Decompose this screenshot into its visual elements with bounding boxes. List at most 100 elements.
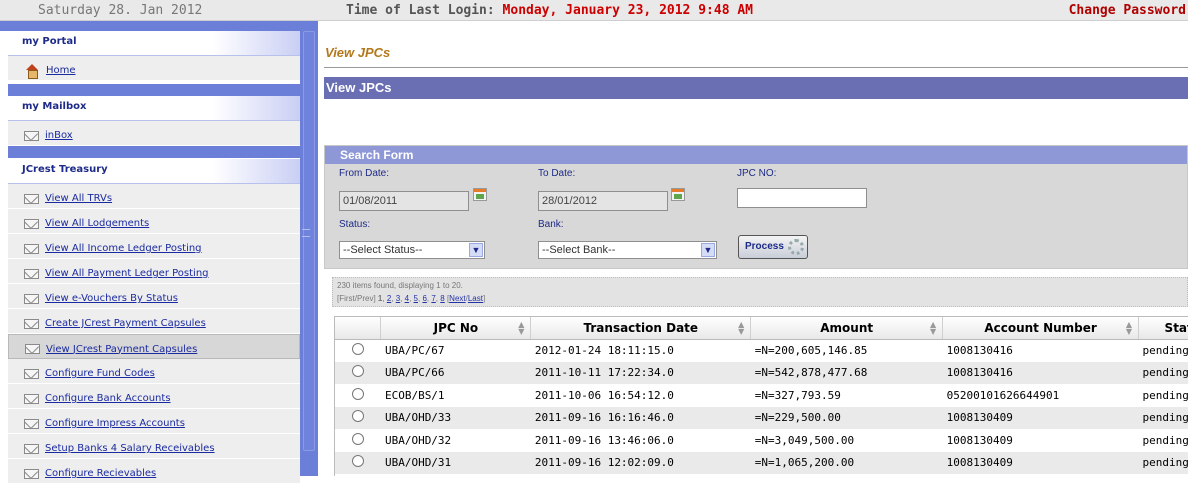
page-link[interactable]: 6 [422, 294, 426, 303]
jpc-table: JPC No ▲ ▼ Transaction Date ▲ ▼ Amount ▲ ▼ Accoun… [334, 316, 1188, 476]
column-header-status[interactable]: Status▲▼ [1138, 317, 1188, 340]
sidebar-item-view-all-lodgements[interactable]: View All Lodgements [8, 209, 300, 234]
column-header-jpc-no[interactable]: JPC No ▲ ▼ [380, 317, 532, 340]
sidebar-item-label[interactable]: Setup Banks 4 Salary Receivables [45, 443, 215, 454]
row-radio-button[interactable] [351, 365, 364, 378]
sidebar-item-home[interactable]: Home [8, 56, 300, 81]
envelope-icon [25, 344, 40, 354]
table-cell: UBA/OHD/31 [380, 451, 531, 474]
sidebar-item-view-all-payment-ledger-posting[interactable]: View All Payment Ledger Posting [8, 259, 300, 284]
column-header-account-number[interactable]: Account Number ▲ ▼ [942, 317, 1140, 340]
table-cell: 1008130416 [946, 344, 1013, 357]
table-cell: UBA/OHD/32 [384, 433, 452, 447]
sidebar-section-title: JCrest Treasury [8, 159, 300, 183]
sidebar-item-configure-bank-accounts[interactable]: Configure Bank Accounts [8, 384, 300, 409]
bank-select[interactable]: --Select Bank-- ▼ [538, 241, 717, 259]
process-button-label: Process [745, 241, 784, 252]
process-button[interactable]: Process [738, 235, 808, 259]
envelope-icon [24, 268, 39, 279]
row-radio-button[interactable] [351, 387, 364, 400]
table-row[interactable]: UBA/OHD/32 2011-09-16 13:46:06.0 =N=3,049,… [335, 429, 1188, 452]
table-row[interactable]: UBA/PC/66 2011-10-11 17:22:34.0 =N=542,878… [335, 361, 1188, 384]
page-link[interactable]: 8 [440, 294, 444, 303]
scrollbar-thumb[interactable] [303, 31, 315, 451]
sidebar-item-view-all-income-ledger-posting[interactable]: View All Income Ledger Posting [8, 234, 300, 259]
calendar-icon[interactable] [473, 188, 487, 201]
column-header-label: Account Number [984, 320, 1097, 335]
table-row[interactable]: UBA/OHD/33 2011-09-16 16:16:46.0 =N=229,50… [335, 406, 1188, 429]
sidebar-item-view-all-trvs[interactable]: View All TRVs [8, 184, 300, 209]
sidebar-item-label[interactable]: inBox [45, 130, 73, 141]
table-cell: pending [1138, 361, 1188, 384]
sort-icon[interactable]: ▲ ▼ [930, 321, 936, 336]
change-password-link[interactable]: Change Password [1069, 3, 1186, 18]
sidebar-item-view-jcrest-payment-capsules[interactable]: View JCrest Payment Capsules [8, 334, 300, 359]
envelope-icon [24, 418, 39, 429]
first-prev-link: [First/Prev] [337, 294, 376, 303]
row-radio-button[interactable] [351, 455, 364, 468]
page-link[interactable]: 2 [387, 294, 391, 303]
sidebar-item-label[interactable]: Create JCrest Payment Capsules [45, 318, 206, 329]
sidebar-item-label[interactable]: View e-Vouchers By Status [45, 293, 178, 304]
calendar-icon[interactable] [671, 188, 685, 201]
sidebar-item-label[interactable]: Configure Recievables [45, 468, 156, 479]
bracket: ] [482, 294, 486, 303]
pagination-bar: 230 items found, displaying 1 to 20. [Fi… [332, 277, 1188, 307]
table-row[interactable]: ECOB/BS/1 2011-10-06 16:54:12.0 =N=327,793… [335, 384, 1188, 407]
page-link[interactable]: 3 [396, 294, 400, 303]
envelope-icon [24, 130, 39, 141]
sidebar-item-label[interactable]: View All Lodgements [45, 218, 149, 229]
table-cell: pending [1142, 388, 1188, 402]
sidebar-item-label[interactable]: Configure Fund Codes [45, 368, 155, 379]
sidebar-item-create-jcrest-payment-capsules[interactable]: Create JCrest Payment Capsules [8, 309, 300, 334]
sidebar-item-label[interactable]: Home [46, 65, 76, 76]
table-row[interactable]: UBA/PC/67 2012-01-24 18:11:15.0 =N=200,605… [335, 339, 1188, 362]
table-cell: UBA/PC/67 [384, 344, 445, 357]
table-cell: 2012-01-24 18:11:15.0 [534, 344, 674, 357]
chevron-down-icon[interactable]: ▼ [701, 243, 715, 257]
sidebar-scrollbar[interactable] [300, 21, 318, 476]
next-page-link[interactable]: Next [449, 294, 465, 303]
row-radio-button[interactable] [351, 432, 364, 445]
sidebar-item-setup-banks-4-salary-receivables[interactable]: Setup Banks 4 Salary Receivables [8, 434, 300, 459]
sort-icon[interactable]: ▲ ▼ [518, 321, 524, 336]
row-radio-button[interactable] [351, 343, 364, 355]
sidebar-item-configure-fund-codes[interactable]: Configure Fund Codes [8, 359, 300, 384]
status-select[interactable]: --Select Status-- ▼ [339, 241, 485, 259]
jpc-no-field[interactable] [737, 188, 867, 208]
sidebar-item-label[interactable]: Configure Impress Accounts [45, 418, 185, 429]
envelope-icon [24, 468, 39, 479]
table-cell: =N=327,793.59 [754, 388, 841, 402]
page-links: [First/Prev] 1, 2, 3, 4, 5, 6, 7, 8 [Nex… [337, 294, 486, 303]
page-link[interactable]: 5 [414, 294, 418, 303]
sort-icon[interactable]: ▲ ▼ [738, 321, 744, 336]
to-date-label: To Date: [538, 168, 576, 179]
sidebar-item-configure-impress-accounts[interactable]: Configure Impress Accounts [8, 409, 300, 434]
row-radio-button[interactable] [351, 410, 364, 423]
page-link[interactable]: 7 [431, 294, 435, 303]
current-date: Saturday 28. Jan 2012 [38, 3, 203, 18]
sidebar-item-inbox[interactable]: inBox [8, 121, 300, 146]
column-header-amount[interactable]: Amount ▲ ▼ [750, 317, 944, 340]
home-icon [24, 63, 40, 79]
sort-icon[interactable]: ▲ ▼ [1126, 321, 1132, 336]
to-date-field[interactable]: 28/01/2012 [538, 191, 668, 211]
sidebar-item-label[interactable]: View All Income Ledger Posting [45, 243, 202, 254]
table-cell: 05200101626644901 [946, 388, 1060, 402]
table-cell: pending [1138, 406, 1188, 429]
sidebar-item-label[interactable]: View All Payment Ledger Posting [45, 268, 209, 279]
chevron-down-icon[interactable]: ▼ [469, 243, 483, 257]
sidebar-item-label[interactable]: View JCrest Payment Capsules [46, 344, 197, 355]
envelope-icon [24, 218, 39, 229]
last-page-link[interactable]: Last [468, 294, 483, 303]
sidebar-item-label[interactable]: Configure Bank Accounts [45, 393, 171, 404]
table-row[interactable]: UBA/OHD/31 2011-09-16 12:02:09.0 =N=1,065,… [335, 451, 1188, 474]
sidebar-item-view-e-vouchers-by-status[interactable]: View e-Vouchers By Status [8, 284, 300, 309]
sidebar-item-configure-recievables[interactable]: Configure Recievables [8, 459, 300, 484]
envelope-icon [24, 293, 39, 304]
column-header-transaction-date[interactable]: Transaction Date ▲ ▼ [530, 317, 752, 340]
sidebar-section-mailbox: my Mailbox inBox [8, 96, 300, 146]
page-link[interactable]: 4 [405, 294, 409, 303]
sidebar-item-label[interactable]: View All TRVs [45, 193, 112, 204]
from-date-field[interactable]: 01/08/2011 [339, 191, 469, 211]
